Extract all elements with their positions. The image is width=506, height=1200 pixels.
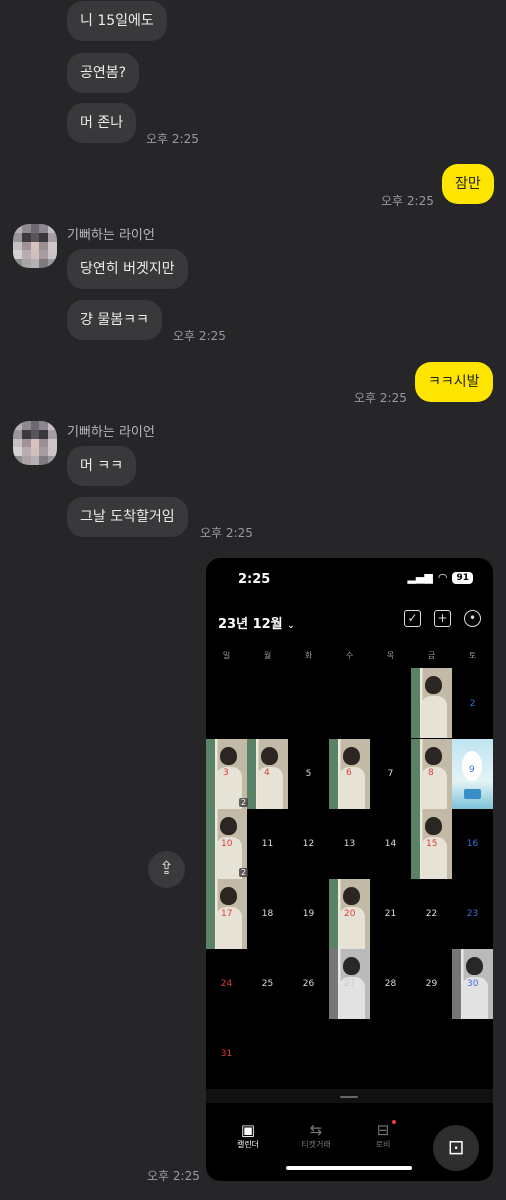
friend-avatar[interactable] [13, 224, 57, 268]
event-poster[interactable] [411, 668, 452, 738]
day-number: 4 [264, 768, 270, 778]
day-number[interactable]: 29 [411, 979, 452, 989]
day-number[interactable]: 28 [370, 979, 411, 989]
day-number: 30 [467, 979, 479, 989]
day-number[interactable]: 18 [247, 909, 288, 919]
weekday-thu: 목 [386, 651, 395, 660]
weekday-sun: 일 [222, 651, 231, 660]
day-number[interactable]: 16 [452, 839, 493, 849]
day-number: 8 [428, 768, 434, 778]
sender-name: 기뻐하는 라이언 [67, 425, 155, 440]
day-number[interactable]: 24 [206, 979, 247, 989]
month-selector[interactable]: 23년 12월 ⌄ [218, 613, 295, 632]
message-bubble[interactable]: 니 15일에도 [67, 1, 167, 41]
day-number[interactable]: 14 [370, 839, 411, 849]
day-number[interactable]: 21 [370, 909, 411, 919]
day-number: 3 [223, 768, 229, 778]
add-icon[interactable]: + [434, 610, 451, 627]
wifi-icon: ◠ [437, 571, 448, 584]
notification-dot [392, 1120, 396, 1124]
message-time: 오후 2:25 [200, 526, 253, 540]
home-indicator [286, 1166, 412, 1170]
my-message-bubble[interactable]: 잠만 [442, 164, 494, 204]
message-bubble[interactable]: 공연봄? [67, 53, 140, 93]
chevron-down-icon: ⌄ [287, 621, 295, 631]
shared-screenshot-image[interactable]: 2:25 ▂▄▆ ◠ 91 23년 12월 ⌄ ✓ + • 일 월 화 수 목 … [206, 558, 493, 1181]
message-bubble[interactable]: 머 ㅋㅋ [67, 446, 137, 486]
weekday-fri: 금 [427, 651, 436, 660]
day-number[interactable]: 19 [288, 909, 329, 919]
tab-label: 로비 [375, 1140, 391, 1149]
month-label: 23년 12월 [218, 617, 283, 632]
message-time: 오후 2:25 [381, 194, 434, 208]
friend-avatar[interactable] [13, 421, 57, 465]
day-number[interactable]: 13 [329, 839, 370, 849]
calendar-check-icon[interactable]: ✓ [404, 610, 421, 627]
status-icons: ▂▄▆ ◠ 91 [407, 571, 473, 584]
day-number[interactable]: 22 [411, 909, 452, 919]
day-number: 10 [221, 839, 233, 849]
day-number: 17 [221, 909, 233, 919]
swap-icon: ⇆ [309, 1121, 323, 1139]
day-number: 9 [469, 765, 475, 775]
day-number[interactable]: 12 [288, 839, 329, 849]
scan-text-button[interactable]: ⊡ [433, 1125, 479, 1171]
my-message-bubble[interactable]: ㅋㅋ시발 [415, 362, 493, 402]
share-button[interactable]: ⇪ [148, 851, 185, 888]
message-bubble[interactable]: 당연히 버겟지만 [67, 249, 188, 289]
message-bubble[interactable]: 걍 물봄ㅋㅋ [67, 300, 162, 340]
day-number[interactable]: 11 [247, 839, 288, 849]
message-time: 오후 2:25 [146, 132, 199, 146]
day-number[interactable]: 31 [206, 1049, 247, 1059]
gear-icon[interactable]: • [464, 610, 481, 627]
car-icon: ⊟ [376, 1121, 390, 1139]
day-number: 20 [344, 909, 356, 919]
day-number[interactable]: 5 [288, 769, 329, 779]
calendar-icon: ▣ [240, 1121, 256, 1139]
day-number: 15 [426, 839, 438, 849]
sender-name: 기뻐하는 라이언 [67, 228, 155, 243]
message-bubble[interactable]: 머 존나 [67, 103, 137, 143]
tab-ticket-trade[interactable]: ⇆ 티켓거래 [286, 1121, 346, 1150]
day-number[interactable]: 7 [370, 769, 411, 779]
event-count-badge: 2 [239, 868, 249, 877]
drag-handle[interactable] [340, 1096, 358, 1098]
day-number: 6 [346, 768, 352, 778]
scan-icon: ⊡ [447, 1135, 465, 1159]
weekday-wed: 수 [345, 651, 354, 660]
status-time: 2:25 [238, 572, 271, 587]
calendar-header-actions: ✓ + • [404, 610, 481, 627]
day-number[interactable]: 2 [452, 699, 493, 709]
message-time: 오후 2:25 [354, 391, 407, 405]
tab-calendar[interactable]: ▣ 캘린더 [218, 1121, 278, 1150]
share-icon: ⇪ [158, 858, 175, 879]
tab-label: 캘린더 [236, 1140, 260, 1149]
tab-label: 티켓거래 [301, 1140, 331, 1149]
day-number[interactable]: 23 [452, 909, 493, 919]
event-count-badge: 2 [239, 798, 249, 807]
message-bubble[interactable]: 그날 도착할거임 [67, 497, 188, 537]
battery-icon: 91 [452, 571, 473, 584]
signal-icon: ▂▄▆ [407, 571, 433, 584]
weekday-mon: 월 [263, 651, 272, 660]
day-number: 27 [344, 979, 356, 989]
weekday-sat: 토 [468, 651, 477, 660]
message-time: 오후 2:25 [173, 329, 226, 343]
day-number[interactable]: 26 [288, 979, 329, 989]
tab-lobby[interactable]: ⊟ 로비 [353, 1121, 413, 1150]
image-time: 오후 2:25 [147, 1169, 200, 1183]
day-number[interactable]: 25 [247, 979, 288, 989]
weekday-tue: 화 [304, 651, 313, 660]
